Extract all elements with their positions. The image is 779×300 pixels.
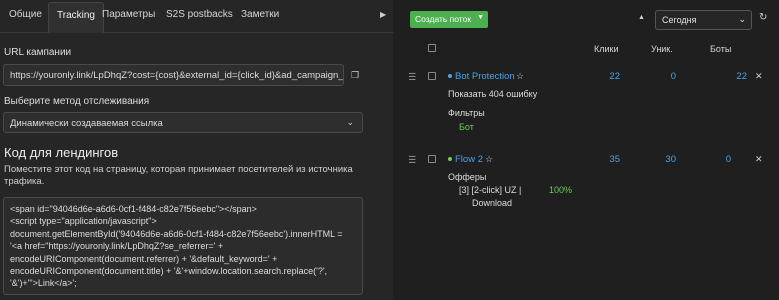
flow-name: Flow 2 bbox=[455, 154, 483, 165]
drag-handle-icon[interactable]: ─ ─ ─ bbox=[409, 152, 420, 167]
offer-share: 100% bbox=[549, 185, 573, 195]
flow-clicks: 35 bbox=[609, 154, 620, 165]
sort-up-icon[interactable]: ▲ bbox=[638, 14, 645, 21]
flow-action: Показать 404 ошибку bbox=[448, 89, 538, 99]
tab-parameters[interactable]: Параметры bbox=[102, 9, 155, 20]
star-icon[interactable]: ☆ bbox=[516, 71, 524, 82]
flow-bots: 22 bbox=[736, 71, 747, 82]
tracking-method-label: Выберите метод отслеживания bbox=[4, 96, 150, 107]
close-icon[interactable]: ✕ bbox=[755, 71, 763, 82]
create-flow-label: Создать поток bbox=[415, 14, 472, 24]
period-select[interactable]: Сегодня ⌄ bbox=[655, 10, 752, 30]
tab-notes[interactable]: Заметки bbox=[241, 9, 279, 20]
caret-down-icon[interactable]: ▼ bbox=[477, 14, 484, 21]
landing-code-textarea[interactable]: <span id="94046d6e-a6d6-0cf1-f484-c82e7f… bbox=[3, 197, 363, 295]
flow-clicks: 22 bbox=[609, 71, 620, 82]
column-unique: Уник. bbox=[651, 44, 673, 54]
select-all-checkbox[interactable] bbox=[428, 44, 436, 52]
flows-panel: Создать поток ▼ ▲ Сегодня ⌄ ↻ Клики Уник… bbox=[393, 0, 779, 300]
flow-status-dot bbox=[448, 74, 452, 79]
offer-name-line2: Download bbox=[472, 198, 513, 208]
flow-section-label: Фильтры bbox=[448, 108, 485, 118]
flow-name-link[interactable]: Flow 2 bbox=[448, 154, 483, 165]
settings-tabs: Общие Tracking Параметры S2S postbacks З… bbox=[0, 0, 393, 33]
chevron-down-icon: ⌄ bbox=[738, 14, 746, 24]
flow-checkbox[interactable] bbox=[428, 155, 436, 163]
flow-unique: 30 bbox=[665, 154, 676, 165]
flow-checkbox[interactable] bbox=[428, 72, 436, 80]
campaign-url-label: URL кампании bbox=[4, 47, 72, 58]
refresh-icon[interactable]: ↻ bbox=[759, 12, 767, 23]
campaign-url-field[interactable]: https://youronly.link/LpDhqZ?cost={cost}… bbox=[3, 64, 344, 86]
flow-name-link[interactable]: Bot Protection bbox=[448, 71, 515, 82]
flow-unique: 0 bbox=[670, 71, 676, 82]
flow-bots: 0 bbox=[725, 154, 731, 165]
landing-code-heading: Код для лендингов bbox=[4, 145, 119, 160]
column-bots: Боты bbox=[710, 44, 732, 54]
campaign-settings-panel: Общие Tracking Параметры S2S postbacks З… bbox=[0, 0, 393, 300]
column-clicks: Клики bbox=[594, 44, 619, 54]
tab-general[interactable]: Общие bbox=[9, 9, 42, 20]
tracking-method-value: Динамически создаваемая ссылка bbox=[10, 118, 163, 129]
chevron-down-icon: ⌄ bbox=[346, 117, 354, 127]
tab-tracking[interactable]: Tracking bbox=[48, 2, 104, 33]
flow-section-label: Офферы bbox=[448, 172, 487, 182]
drag-handle-icon[interactable]: ─ ─ ─ bbox=[409, 69, 420, 84]
flow-filter-value: Бот bbox=[459, 122, 474, 132]
tabs-scroll-icon[interactable]: ▶ bbox=[380, 10, 386, 19]
copy-icon[interactable]: ❐ bbox=[347, 65, 363, 85]
offer-name-line1: [3] [2-click] UZ | bbox=[459, 185, 522, 195]
tracking-method-select[interactable]: Динамически создаваемая ссылка ⌄ bbox=[3, 112, 363, 133]
create-flow-button[interactable]: Создать поток ▼ bbox=[410, 11, 488, 28]
flow-status-dot bbox=[448, 157, 452, 162]
star-icon[interactable]: ☆ bbox=[485, 154, 493, 165]
close-icon[interactable]: ✕ bbox=[755, 154, 763, 165]
period-value: Сегодня bbox=[662, 15, 697, 25]
flow-name: Bot Protection bbox=[455, 71, 515, 82]
tab-s2s-postbacks[interactable]: S2S postbacks bbox=[166, 9, 233, 20]
landing-code-description: Поместите этот код на страницу, которая … bbox=[4, 164, 353, 187]
